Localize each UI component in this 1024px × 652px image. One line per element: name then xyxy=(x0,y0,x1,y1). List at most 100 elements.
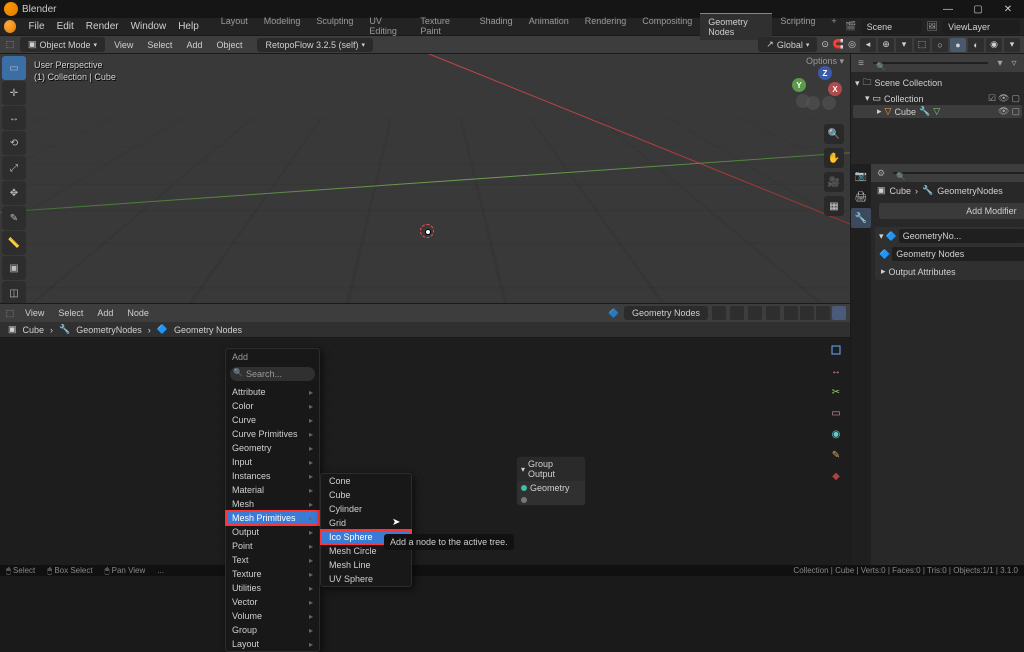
add-menu-item[interactable]: Vector▸ xyxy=(226,595,319,609)
rotate-tool[interactable]: ⟲ xyxy=(2,131,26,155)
tab-geometry-nodes[interactable]: Geometry Nodes xyxy=(700,13,772,40)
retopo-tool[interactable]: ◫ xyxy=(2,281,26,303)
orientation-selector[interactable]: ↗ Global ▾ xyxy=(758,37,817,52)
tab-add-workspace[interactable]: + xyxy=(823,13,844,40)
add-menu-item[interactable]: Layout▸ xyxy=(226,637,319,651)
pan-button[interactable]: ✋ xyxy=(824,148,844,168)
group-output-node[interactable]: Group Output Geometry xyxy=(516,456,586,506)
add-menu-item[interactable]: Material▸ xyxy=(226,483,319,497)
add-menu-item[interactable]: Volume▸ xyxy=(226,609,319,623)
matprev-shading[interactable]: ◐ xyxy=(968,38,984,52)
tab-output[interactable]: 🖨 xyxy=(851,187,871,207)
viewport-menu-object[interactable]: Object xyxy=(211,39,247,51)
unlink-button[interactable] xyxy=(766,306,780,320)
links-cut-tool[interactable]: ✂ xyxy=(826,382,846,402)
scene-collection-row[interactable]: ▾🗀 Scene Collection xyxy=(853,74,1022,92)
solid-shading[interactable]: ● xyxy=(950,38,966,52)
outliner-search[interactable] xyxy=(873,62,988,64)
add-modifier-button[interactable]: Add Modifier xyxy=(879,203,1024,219)
add-menu-item[interactable]: Mesh Primitives▸ xyxy=(226,511,319,525)
menu-edit[interactable]: Edit xyxy=(51,19,80,34)
tab-sculpting[interactable]: Sculpting xyxy=(308,13,361,40)
tab-texture-paint[interactable]: Texture Paint xyxy=(412,13,471,40)
output-attributes[interactable]: ▸Output Attributes xyxy=(875,263,1024,280)
node-menu-select[interactable]: Select xyxy=(53,307,88,319)
submenu-item[interactable]: UV Sphere xyxy=(321,572,411,586)
node-menu-view[interactable]: View xyxy=(20,307,49,319)
viewport-icon[interactable]: ▢ xyxy=(1011,106,1020,117)
add-menu-item[interactable]: Text▸ xyxy=(226,553,319,567)
move-tool[interactable]: ↔ xyxy=(826,361,846,381)
move-tool[interactable]: ↔ xyxy=(2,106,26,130)
add-menu-item[interactable]: Point▸ xyxy=(226,539,319,553)
submenu-item[interactable]: Cube xyxy=(321,488,411,502)
eye-icon[interactable]: 👁 xyxy=(998,106,1009,117)
add-menu-item[interactable]: Output▸ xyxy=(226,525,319,539)
tab-modifiers[interactable]: 🔧 xyxy=(851,208,871,228)
annotate-tool[interactable]: ✎ xyxy=(2,206,26,230)
overlay-dd[interactable]: ▾ xyxy=(896,38,912,52)
tab-layout[interactable]: Layout xyxy=(213,13,256,40)
nav-gizmo[interactable]: Z X Y xyxy=(790,64,838,112)
close-button[interactable]: ✕ xyxy=(996,2,1020,16)
modifier-name-field[interactable] xyxy=(899,229,1024,243)
submenu-item[interactable]: Cone xyxy=(321,474,411,488)
minimize-button[interactable]: — xyxy=(936,2,960,16)
sidebar-toggle[interactable] xyxy=(832,306,846,320)
submenu-item[interactable]: Mesh Line xyxy=(321,558,411,572)
3d-viewport[interactable]: User Perspective (1) Collection | Cube O… xyxy=(0,54,850,303)
overlay-toggle[interactable]: ⊕ xyxy=(878,38,894,52)
menu-window[interactable]: Window xyxy=(125,19,173,34)
socket-dot[interactable] xyxy=(521,485,527,491)
tab-animation[interactable]: Animation xyxy=(521,13,577,40)
add-menu-item[interactable]: Mesh▸ xyxy=(226,497,319,511)
add-cube-tool[interactable]: ▣ xyxy=(2,256,26,280)
viewlayer-selector[interactable]: ViewLayer xyxy=(942,20,1020,34)
reroute-tool[interactable]: ◉ xyxy=(826,424,846,444)
annotate-tool[interactable]: ✎ xyxy=(826,445,846,465)
add-menu-item[interactable]: Geometry▸ xyxy=(226,441,319,455)
add-menu-item[interactable]: Group▸ xyxy=(226,623,319,637)
xray-toggle[interactable]: ⬚ xyxy=(914,38,930,52)
node-menu-add[interactable]: Add xyxy=(92,307,118,319)
add-menu-item[interactable]: Input▸ xyxy=(226,455,319,469)
snap-button[interactable] xyxy=(784,306,798,320)
node-tree-name[interactable]: Geometry Nodes xyxy=(624,306,708,320)
tab-uv-editing[interactable]: UV Editing xyxy=(361,13,412,40)
add-menu-item[interactable]: Attribute▸ xyxy=(226,385,319,399)
maximize-button[interactable]: ▢ xyxy=(966,2,990,16)
viewport-menu-add[interactable]: Add xyxy=(181,39,207,51)
shield-button[interactable] xyxy=(748,306,762,320)
add-menu-item[interactable]: Instances▸ xyxy=(226,469,319,483)
new-collection-icon[interactable]: ▿ xyxy=(1008,57,1020,69)
add-menu-item[interactable]: Utilities▸ xyxy=(226,581,319,595)
region-button[interactable] xyxy=(816,306,830,320)
select-tool[interactable]: ▭ xyxy=(2,56,26,80)
filter-icon[interactable]: ▾ xyxy=(994,57,1006,69)
extra-tool[interactable]: ◆ xyxy=(826,466,846,486)
pin-button[interactable] xyxy=(712,306,726,320)
rendered-shading[interactable]: ◉ xyxy=(986,38,1002,52)
collection-row[interactable]: ▾▭ Collection ☑👁▢ xyxy=(853,92,1022,105)
persp-ortho-button[interactable]: ▦ xyxy=(824,196,844,216)
socket-dot[interactable] xyxy=(521,497,527,503)
snap-button[interactable]: 🧲 xyxy=(833,39,844,50)
editor-type-icon[interactable]: ⬚ xyxy=(4,307,16,319)
mode-selector[interactable]: ▣ Object Mode ▾ xyxy=(20,37,105,52)
shading-dd[interactable]: ▾ xyxy=(1004,38,1020,52)
frame-tool[interactable]: ▭ xyxy=(826,403,846,423)
node-menu-node[interactable]: Node xyxy=(122,307,154,319)
viewport-menu-select[interactable]: Select xyxy=(142,39,177,51)
add-menu-item[interactable]: Texture▸ xyxy=(226,567,319,581)
pivot-button[interactable]: ⊙ xyxy=(821,39,829,50)
checkbox-icon[interactable]: ☑ xyxy=(988,93,996,104)
tab-compositing[interactable]: Compositing xyxy=(634,13,700,40)
overlay-button[interactable] xyxy=(800,306,814,320)
menu-file[interactable]: File xyxy=(22,19,50,34)
editor-type-icon[interactable]: ⬚ xyxy=(4,39,16,51)
eye-icon[interactable]: 👁 xyxy=(998,93,1009,104)
wire-shading[interactable]: ○ xyxy=(932,38,948,52)
select-tool[interactable] xyxy=(826,340,846,360)
node-canvas[interactable]: Group Output Geometry Add Search... Attr… xyxy=(0,338,850,565)
viewport-menu-view[interactable]: View xyxy=(109,39,138,51)
